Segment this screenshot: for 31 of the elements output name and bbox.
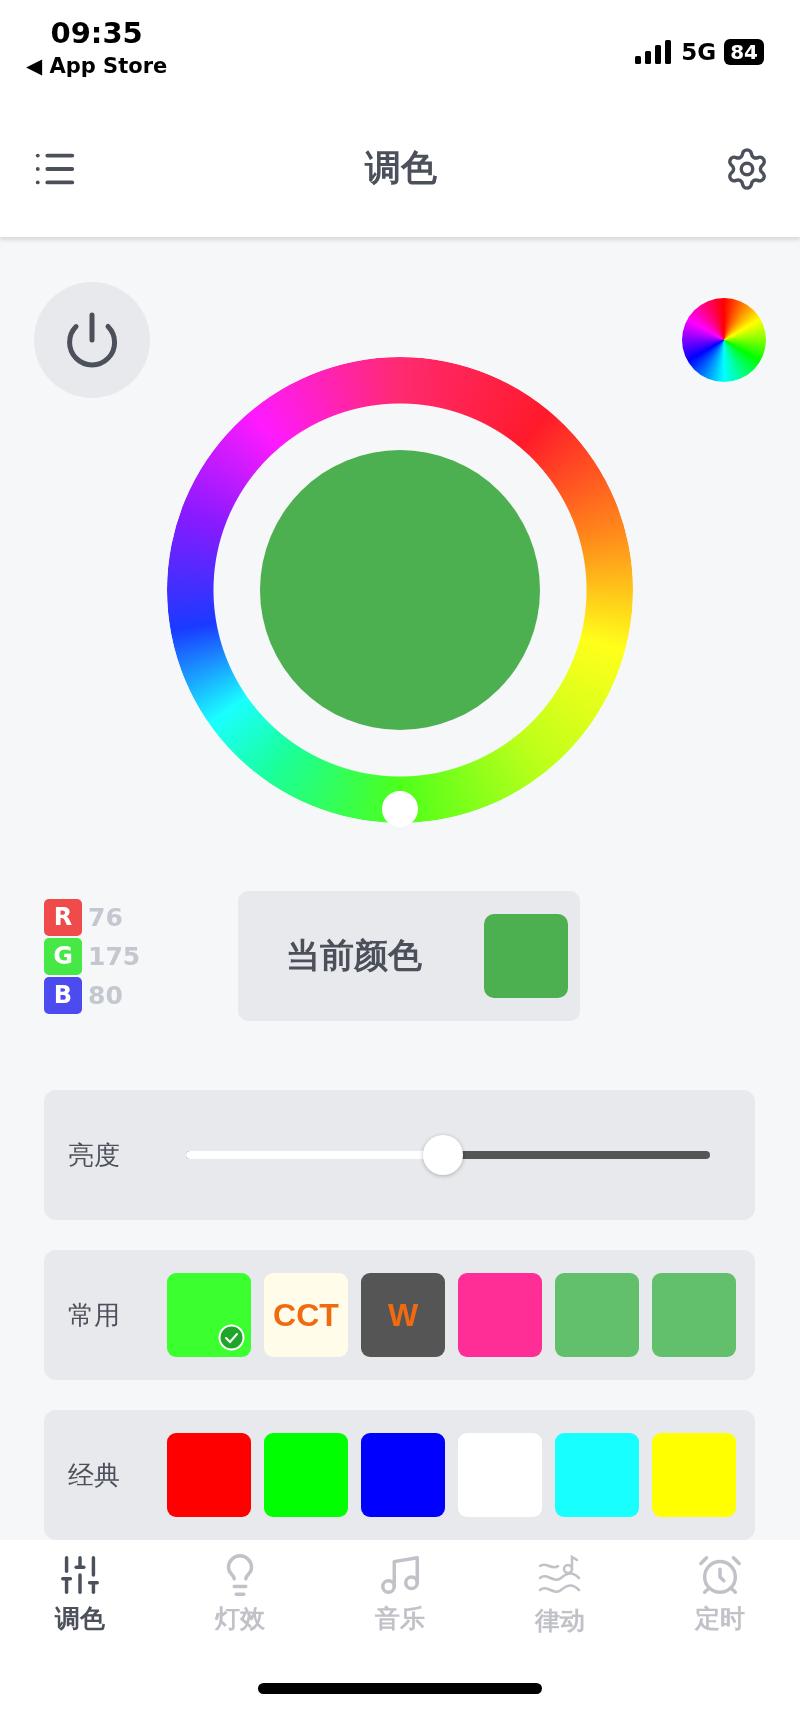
brightness-label: 亮度 [68, 1138, 121, 1172]
channel-badge: G [44, 937, 82, 975]
color-swatch[interactable] [361, 1433, 445, 1517]
tab[interactable]: 律动 [500, 1552, 620, 1637]
color-swatch[interactable] [555, 1433, 639, 1517]
network-label: 5G [681, 39, 717, 65]
check-icon [218, 1324, 245, 1351]
color-swatch[interactable] [167, 1273, 251, 1357]
back-to-app-link[interactable]: ◀ App Store [26, 54, 168, 78]
brightness-thumb[interactable] [422, 1135, 463, 1175]
current-color-label: 当前颜色 [286, 934, 422, 977]
tab[interactable]: 灯效 [180, 1552, 300, 1637]
page-title: 调色 [365, 146, 437, 190]
tab[interactable]: 音乐 [340, 1552, 460, 1637]
color-swatch[interactable] [652, 1433, 736, 1517]
color-swatch[interactable] [555, 1273, 639, 1357]
color-swatch[interactable] [458, 1273, 542, 1357]
tab[interactable]: 调色 [20, 1552, 140, 1637]
signal-icon [635, 40, 674, 64]
color-swatch[interactable] [264, 1433, 348, 1517]
channel-badge: B [44, 976, 82, 1014]
status-time: 09:35 [50, 16, 143, 50]
battery-level: 84 [724, 39, 764, 65]
tab[interactable]: 定时 [660, 1552, 780, 1637]
color-swatch[interactable] [167, 1433, 251, 1517]
w-channel-swatch[interactable]: W [361, 1273, 445, 1357]
card-label: 经典 [68, 1458, 121, 1492]
color-swatch[interactable] [652, 1273, 736, 1357]
cct-swatch[interactable]: CCT [264, 1273, 348, 1357]
card-label: 常用 [68, 1298, 121, 1332]
channel-badge: R [44, 898, 82, 936]
